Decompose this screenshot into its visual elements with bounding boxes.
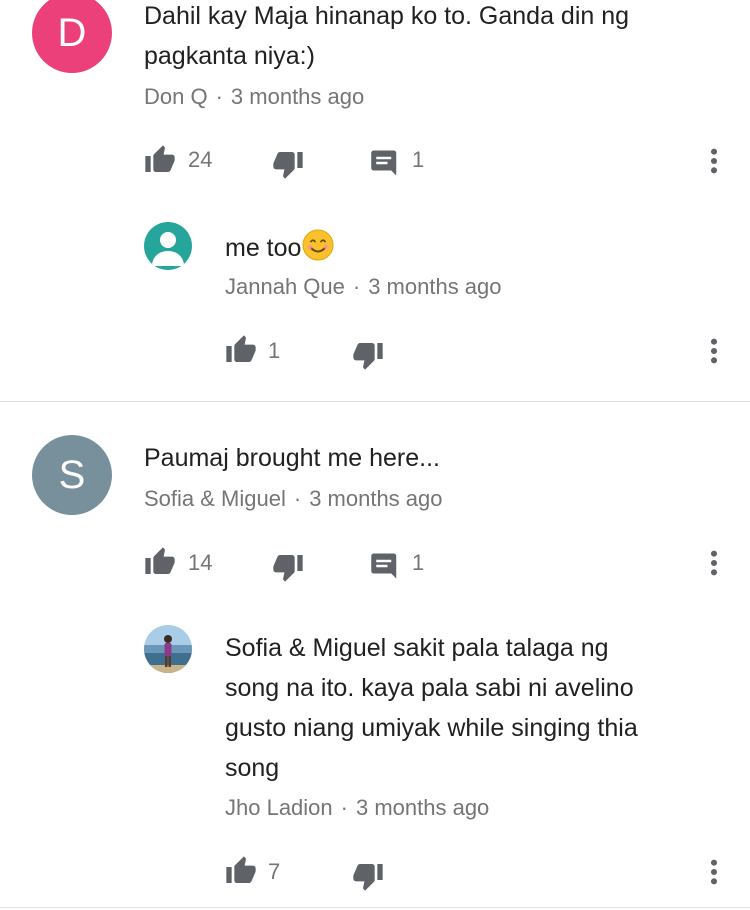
comment-meta: Sofia & Miguel · 3 months ago: [144, 485, 443, 513]
author-name[interactable]: Jho Ladion: [225, 795, 333, 820]
like-icon[interactable]: [225, 334, 257, 366]
avatar[interactable]: S: [32, 435, 112, 515]
more-options-icon[interactable]: [700, 336, 728, 366]
timestamp[interactable]: 3 months ago: [368, 274, 501, 299]
meta-separator: ·: [215, 84, 223, 109]
comment-text-line: pagkanta niya:): [144, 42, 315, 70]
more-options-icon[interactable]: [700, 146, 728, 176]
avatar[interactable]: [144, 625, 192, 673]
reply-text-line: gusto niang umiyak while singing thia: [225, 714, 638, 742]
comment-meta: Don Q · 3 months ago: [144, 83, 364, 111]
reply-text-line: me too: [225, 234, 302, 262]
smiling-emoji-icon: [302, 229, 334, 261]
profile-photo-icon: [144, 625, 192, 673]
like-count: 24: [188, 147, 213, 172]
like-icon[interactable]: [144, 546, 176, 578]
author-name[interactable]: Don Q: [144, 84, 208, 109]
dislike-icon[interactable]: [352, 860, 384, 892]
reply-text: Sofia & Miguel sakit pala talaga ng song…: [225, 628, 725, 788]
reply-meta: Jho Ladion · 3 months ago: [225, 794, 489, 822]
avatar[interactable]: D: [32, 0, 112, 73]
timestamp[interactable]: 3 months ago: [309, 486, 442, 511]
reply-count[interactable]: 1: [412, 549, 424, 577]
like-icon[interactable]: [225, 855, 257, 887]
like-count: 14: [188, 550, 213, 575]
comment-text: Paumaj brought me here...: [144, 438, 724, 478]
dislike-icon[interactable]: [272, 551, 304, 583]
default-avatar-icon: [152, 232, 184, 266]
reply-count[interactable]: 1: [412, 146, 424, 174]
comment-text-line: Dahil kay Maja hinanap ko to. Ganda din …: [144, 2, 630, 30]
like-count: 7: [268, 859, 281, 884]
comment-text: Dahil kay Maja hinanap ko to. Ganda din …: [144, 0, 724, 76]
meta-separator: ·: [352, 274, 361, 299]
comment-text-line: Paumaj brought me here...: [144, 444, 440, 472]
author-name[interactable]: Sofia & Miguel: [144, 486, 286, 511]
like-count: 1: [268, 338, 281, 363]
avatar[interactable]: [144, 222, 192, 270]
reply-icon[interactable]: [370, 551, 400, 581]
avatar-letter: S: [58, 452, 86, 497]
meta-separator: ·: [340, 795, 348, 820]
more-options-icon[interactable]: [700, 857, 728, 887]
reply-text-line: song na ito. kaya pala sabi ni avelino: [225, 674, 634, 702]
reply-text-line: Sofia & Miguel sakit pala talaga ng: [225, 634, 609, 662]
dislike-icon[interactable]: [272, 148, 304, 180]
reply-text-line: song: [225, 754, 280, 782]
more-options-icon[interactable]: [700, 548, 728, 578]
reply-text: me too: [225, 228, 705, 268]
reply-icon[interactable]: [370, 148, 400, 178]
dislike-icon[interactable]: [352, 339, 384, 371]
reply-meta: Jannah Que · 3 months ago: [225, 273, 502, 301]
thread-divider: [0, 401, 750, 402]
author-name[interactable]: Jannah Que: [225, 274, 345, 299]
thread-divider: [0, 907, 750, 908]
avatar-letter: D: [57, 10, 87, 55]
timestamp[interactable]: 3 months ago: [231, 84, 364, 109]
timestamp[interactable]: 3 months ago: [356, 795, 489, 820]
meta-separator: ·: [293, 486, 302, 511]
like-icon[interactable]: [144, 144, 176, 176]
